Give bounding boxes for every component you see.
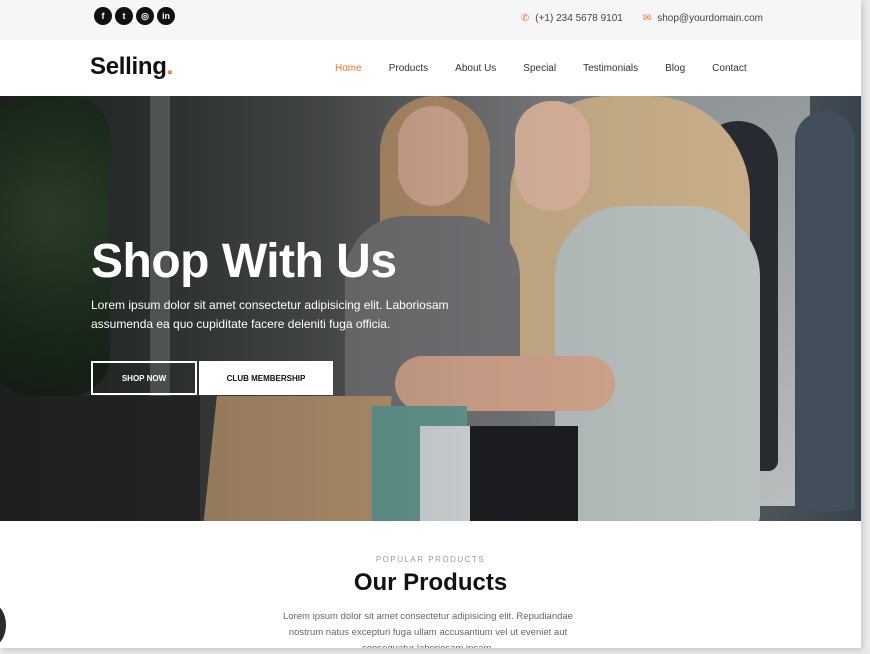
- contact-info: ✆ (+1) 234 5678 9101 ✉ shop@yourdomain.c…: [521, 13, 763, 24]
- top-bar: f t ◎ in ✆ (+1) 234 5678 9101 ✉ shop@you…: [0, 0, 861, 40]
- instagram-icon[interactable]: ◎: [136, 7, 154, 25]
- site-header: Selling. Home Products About Us Special …: [0, 40, 861, 96]
- products-title: Our Products: [353, 569, 508, 596]
- club-membership-button[interactable]: CLUB MEMBERSHIP: [199, 361, 333, 395]
- nav-contact[interactable]: Contact: [712, 63, 746, 74]
- twitter-icon[interactable]: t: [115, 7, 133, 25]
- nav-products[interactable]: Products: [389, 63, 428, 74]
- nav-blog[interactable]: Blog: [665, 63, 685, 74]
- shop-now-button[interactable]: SHOP NOW: [91, 361, 197, 395]
- nav-about-us[interactable]: About Us: [455, 63, 496, 74]
- hero-description: Lorem ipsum dolor sit amet consectetur a…: [91, 298, 449, 331]
- nav-special[interactable]: Special: [523, 63, 556, 74]
- products-description: Lorem ipsum dolor sit amet consectetur a…: [283, 611, 573, 648]
- email-address[interactable]: shop@yourdomain.com: [657, 13, 763, 24]
- social-links: f t ◎ in: [94, 7, 175, 25]
- products-section: POPULAR PRODUCTS Our Products Lorem ipsu…: [0, 521, 861, 648]
- phone-number[interactable]: (+1) 234 5678 9101: [535, 13, 623, 24]
- hero-title: Shop With Us: [91, 235, 397, 288]
- hero-text: Shop With Us Lorem ipsum dolor sit amet …: [91, 232, 481, 334]
- page: f t ◎ in ✆ (+1) 234 5678 9101 ✉ shop@you…: [0, 0, 861, 648]
- logo-text: Selling: [90, 53, 167, 80]
- main-nav: Home Products About Us Special Testimoni…: [335, 63, 774, 74]
- nav-testimonials[interactable]: Testimonials: [583, 63, 638, 74]
- mail-icon: ✉: [642, 13, 652, 24]
- hero-section: Shop With Us Lorem ipsum dolor sit amet …: [0, 96, 861, 521]
- nav-home[interactable]: Home: [335, 63, 362, 74]
- logo[interactable]: Selling.: [90, 53, 173, 81]
- phone-icon: ✆: [520, 13, 530, 24]
- facebook-icon[interactable]: f: [94, 7, 112, 25]
- logo-dot: .: [166, 53, 174, 80]
- linkedin-icon[interactable]: in: [157, 7, 175, 25]
- products-eyebrow: POPULAR PRODUCTS: [375, 555, 486, 564]
